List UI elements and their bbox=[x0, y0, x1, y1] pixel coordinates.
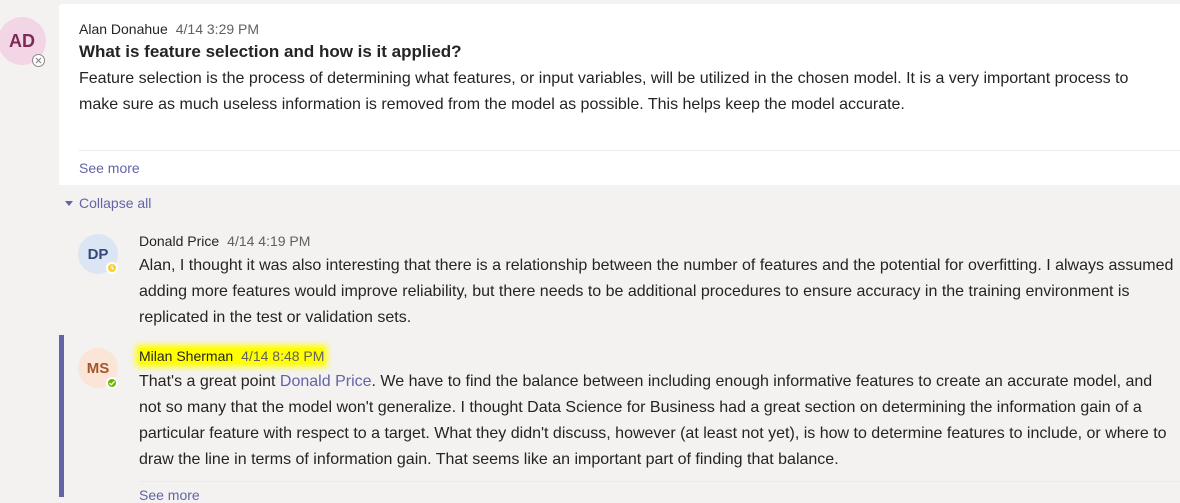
avatar-initials: DP bbox=[87, 245, 109, 263]
author-name[interactable]: Milan Sherman bbox=[139, 348, 233, 364]
timestamp: 4/14 4:19 PM bbox=[227, 233, 311, 249]
highlighted-header: Milan Sherman 4/14 8:48 PM bbox=[139, 348, 325, 364]
post-header: Alan Donahue 4/14 3:29 PM bbox=[79, 21, 259, 37]
reply-header: Milan Sherman 4/14 8:48 PM bbox=[139, 348, 325, 364]
avatar-initials: AD bbox=[9, 30, 35, 51]
mention-link[interactable]: Donald Price bbox=[280, 373, 372, 390]
timestamp: 4/14 8:48 PM bbox=[241, 348, 325, 364]
author-name[interactable]: Alan Donahue bbox=[79, 21, 168, 37]
reply-body: Alan, I thought it was also interesting … bbox=[139, 257, 1174, 326]
reply-body: That's a great point Donald Price. We ha… bbox=[139, 369, 1174, 473]
selected-indicator bbox=[59, 335, 64, 497]
presence-away-icon bbox=[106, 262, 118, 274]
see-more-link[interactable]: See more bbox=[139, 487, 200, 503]
reply-header: Donald Price 4/14 4:19 PM bbox=[139, 233, 310, 249]
timestamp: 4/14 3:29 PM bbox=[175, 21, 260, 37]
caret-down-icon bbox=[65, 201, 73, 206]
see-more-link[interactable]: See more bbox=[79, 160, 140, 176]
author-name[interactable]: Donald Price bbox=[139, 233, 219, 249]
collapse-all-label: Collapse all bbox=[79, 195, 152, 211]
collapse-all-button[interactable]: Collapse all bbox=[64, 195, 151, 211]
presence-offline-icon bbox=[32, 54, 45, 67]
avatar-initials: MS bbox=[86, 359, 110, 377]
presence-available-icon bbox=[106, 377, 118, 389]
divider bbox=[139, 481, 1180, 482]
post-subject: What is feature selection and how is it … bbox=[79, 42, 462, 61]
post-body: Feature selection is the process of dete… bbox=[79, 70, 1129, 113]
divider bbox=[79, 150, 1180, 151]
body-prefix: That's a great point bbox=[139, 373, 280, 390]
